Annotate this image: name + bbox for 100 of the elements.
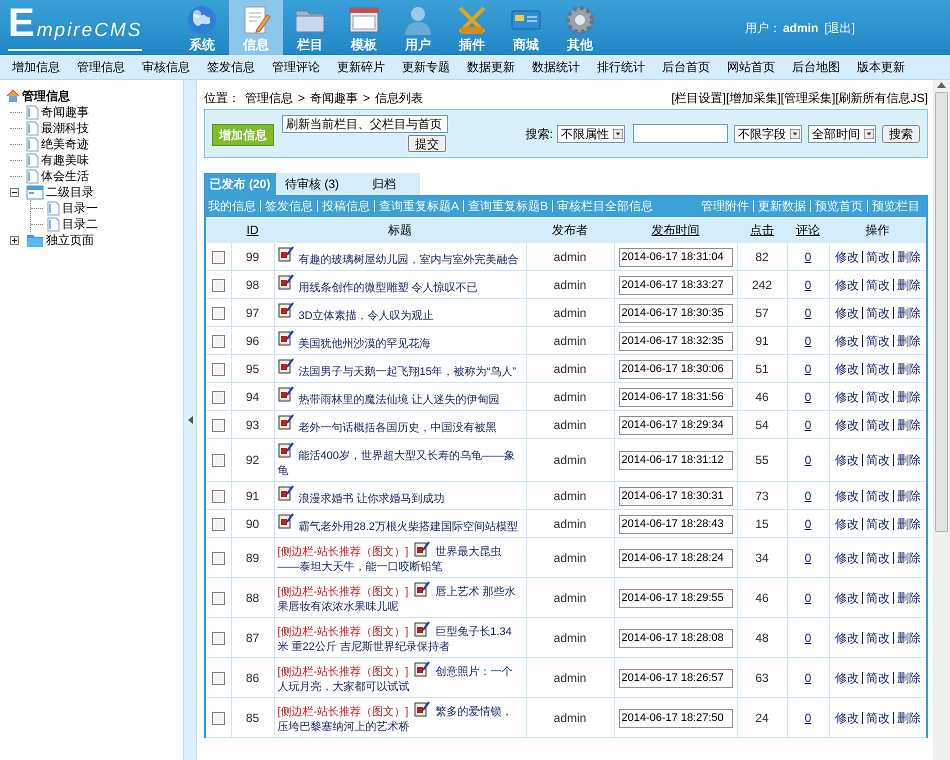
menu-item[interactable]: 后台首页 — [662, 58, 710, 76]
action-link[interactable]: 简改 — [862, 552, 893, 564]
comments-link[interactable]: 0 — [804, 630, 812, 644]
action-link[interactable]: 修改 — [832, 418, 862, 430]
menu-item[interactable]: 版本更新 — [857, 58, 905, 76]
info-title[interactable]: 热带雨林里的魔法仙境 让人迷失的伊甸园 — [278, 386, 522, 408]
action-link[interactable]: 简改 — [862, 672, 893, 684]
menu-item[interactable]: 更新碎片 — [337, 58, 385, 76]
action-link[interactable]: 修改 — [832, 278, 862, 290]
action-link[interactable]: 修改 — [832, 552, 862, 564]
tree-item[interactable]: 目录二 — [62, 215, 98, 233]
action-link[interactable]: 简改 — [862, 250, 893, 262]
comments-link[interactable]: 0 — [804, 418, 812, 432]
menu-item[interactable]: 管理信息 — [77, 58, 125, 76]
field-select[interactable]: 不限字段 — [734, 124, 802, 142]
search-field[interactable] — [633, 124, 728, 143]
status-tab[interactable]: 归档 — [348, 173, 420, 195]
row-checkbox[interactable] — [212, 278, 225, 292]
row-checkbox[interactable] — [212, 490, 225, 503]
info-title[interactable]: [侧边栏-站长推荐（图文）] 巨型兔子长1.34米 重22公斤 吉尼斯世界纪录保持者 — [278, 621, 522, 655]
action-link[interactable]: 删除 — [892, 278, 924, 290]
row-checkbox[interactable] — [212, 592, 225, 605]
action-link[interactable]: 删除 — [892, 362, 924, 374]
action-link[interactable]: 修改 — [832, 306, 862, 318]
date-field[interactable]: 2014-06-17 18:26:57 — [618, 668, 732, 688]
top-link[interactable]: [栏目设置] — [671, 89, 726, 107]
refresh-select[interactable]: 刷新当前栏目、父栏目与首页 — [282, 115, 448, 133]
scrollbar[interactable] — [933, 80, 950, 760]
info-title[interactable]: 能活400岁，世界超大型又长寿的乌龟——象龟 — [278, 442, 522, 479]
date-field[interactable]: 2014-06-17 18:30:06 — [618, 360, 732, 378]
menu-item[interactable]: 网站首页 — [727, 58, 775, 76]
info-title[interactable]: 美国犹他州沙漠的罕见花海 — [278, 330, 522, 352]
comments-link[interactable]: 0 — [804, 710, 812, 724]
date-field[interactable]: 2014-06-17 18:28:43 — [618, 514, 732, 534]
action-link[interactable]: 简改 — [862, 278, 893, 290]
action-link[interactable]: 修改 — [832, 334, 862, 346]
action-link[interactable]: 修改 — [832, 632, 862, 644]
action-link[interactable]: 简改 — [862, 490, 893, 502]
tree-item[interactable]: 独立页面 — [46, 231, 94, 249]
menu-item[interactable]: 排行统计 — [597, 58, 645, 76]
info-title[interactable]: 老外一句话概括各国历史，中国没有被黑 — [278, 414, 522, 436]
action-link[interactable]: 简改 — [862, 306, 893, 318]
comments-link[interactable]: 0 — [804, 278, 812, 292]
date-field[interactable]: 2014-06-17 18:29:34 — [618, 416, 732, 434]
row-checkbox[interactable] — [212, 518, 225, 531]
action-link[interactable]: 删除 — [892, 712, 924, 724]
row-checkbox[interactable] — [212, 390, 225, 404]
search-button[interactable]: 搜索 — [882, 124, 920, 142]
row-checkbox[interactable] — [212, 454, 225, 468]
info-title[interactable]: [侧边栏-站长推荐（图文）] 唇上艺术 那些水果唇妆有浓浓水果味儿呢 — [278, 581, 522, 615]
nav-tab[interactable]: 系统 — [175, 0, 229, 55]
action-link[interactable]: 简改 — [862, 418, 893, 430]
row-checkbox[interactable] — [212, 672, 225, 685]
info-title[interactable]: 用线条创作的微型雕塑 令人惊叹不已 — [278, 274, 522, 296]
menu-item[interactable]: 增加信息 — [12, 58, 60, 76]
attribute-select[interactable]: 不限属性 — [557, 124, 625, 142]
expand-icon[interactable] — [10, 236, 19, 244]
comments-link[interactable]: 0 — [804, 516, 812, 530]
date-field[interactable]: 2014-06-17 18:31:56 — [618, 388, 732, 406]
collapse-icon[interactable] — [10, 188, 19, 196]
comments-link[interactable]: 0 — [804, 453, 812, 467]
date-field[interactable]: 2014-06-17 18:27:50 — [618, 708, 732, 728]
info-title[interactable]: 浪漫求婚书 让你求婚马到成功 — [278, 485, 522, 507]
action-link[interactable]: 删除 — [892, 518, 924, 530]
row-checkbox[interactable] — [212, 306, 225, 320]
date-field[interactable]: 2014-06-17 18:31:12 — [618, 451, 732, 470]
date-field[interactable]: 2014-06-17 18:33:27 — [618, 276, 732, 294]
action-link[interactable]: 删除 — [892, 418, 924, 430]
menu-item[interactable]: 更新专题 — [402, 58, 450, 76]
collapse-arrow-icon[interactable] — [188, 416, 192, 424]
breadcrumb-link[interactable]: 奇闻趣事 — [310, 89, 358, 107]
action-link[interactable]: 修改 — [832, 712, 862, 724]
info-title[interactable]: 3D立体素描，令人叹为观止 — [278, 302, 522, 324]
date-field[interactable]: 2014-06-17 18:28:24 — [618, 548, 732, 568]
row-checkbox[interactable] — [212, 632, 225, 645]
date-field[interactable]: 2014-06-17 18:29:55 — [618, 588, 732, 608]
top-link[interactable]: [增加采集] — [726, 89, 781, 107]
breadcrumb-link[interactable]: 信息列表 — [375, 89, 424, 107]
comments-link[interactable]: 0 — [804, 362, 812, 376]
info-title[interactable]: 有趣的玻璃树屋幼儿园，室内与室外完美融合 — [278, 246, 522, 268]
action-link[interactable]: 删除 — [892, 390, 924, 402]
tree-item[interactable]: 二级目录 — [46, 183, 94, 201]
action-link[interactable]: 删除 — [892, 672, 924, 684]
action-link[interactable]: 简改 — [862, 518, 893, 530]
tree-item[interactable]: 体会生活 — [41, 167, 89, 185]
menu-item[interactable]: 后台地图 — [792, 58, 840, 76]
submit-button[interactable]: 提交 — [408, 135, 446, 152]
nav-tab[interactable]: 用户 — [391, 0, 445, 55]
action-link[interactable]: 修改 — [832, 390, 862, 402]
date-field[interactable]: 2014-06-17 18:31:04 — [618, 248, 732, 266]
nav-tab[interactable]: 其他 — [553, 0, 607, 55]
scroll-thumb[interactable] — [935, 92, 948, 532]
top-link[interactable]: [刷新所有信息JS] — [835, 89, 928, 107]
action-link[interactable]: 修改 — [832, 518, 862, 530]
comments-link[interactable]: 0 — [804, 334, 812, 348]
action-link[interactable]: 删除 — [892, 250, 924, 262]
status-tab[interactable]: 待审核 (3) — [276, 173, 348, 195]
action-link[interactable]: 删除 — [892, 306, 924, 318]
menu-item[interactable]: 数据更新 — [467, 58, 515, 76]
tree-root[interactable]: 管理信息 — [22, 87, 70, 105]
